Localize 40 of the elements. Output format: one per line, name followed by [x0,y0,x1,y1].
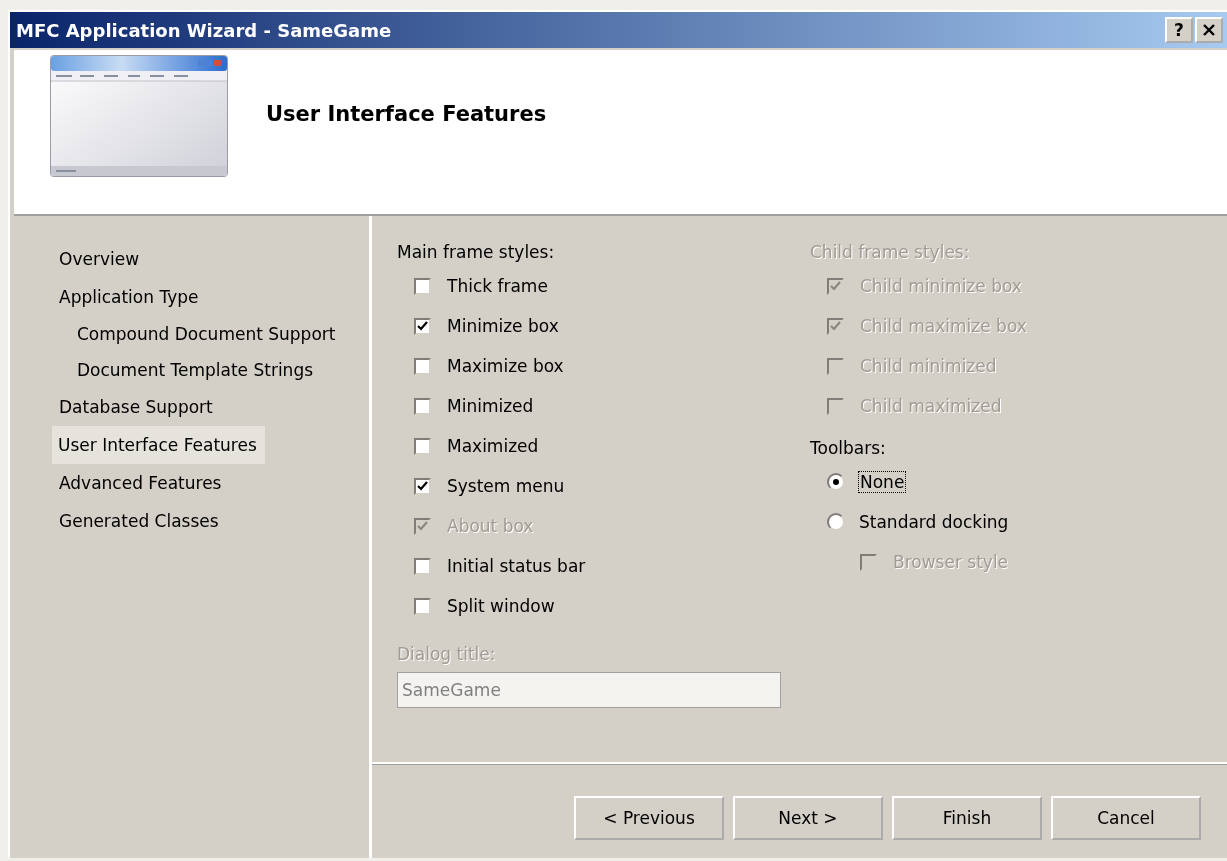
wizard-button[interactable]: Next > [733,796,883,840]
radio-button[interactable] [827,513,845,531]
sidebar-item[interactable]: Compound Document Support [73,316,340,352]
sidebar-item[interactable]: Overview [55,240,144,278]
section-label: Toolbars: [810,438,887,458]
checkbox-label: Initial status bar [447,556,586,576]
checkbox[interactable] [414,437,431,455]
sidebar-item[interactable]: Generated Classes [55,502,223,540]
checkbox[interactable] [414,397,431,415]
wizard-button[interactable]: < Previous [574,796,724,840]
radio-label: Standard docking [859,512,1009,532]
sidebar-item[interactable]: Database Support [55,388,217,426]
wizard-button[interactable]: Cancel [1051,796,1201,840]
sidebar-item[interactable]: Document Template Strings [73,352,318,388]
checkbox-label: Maximized [447,436,539,456]
checkbox[interactable] [414,557,431,575]
checkbox[interactable] [414,357,431,375]
window-title: MFC Application Wizard - SameGame [16,19,393,41]
radio-label: None [859,472,906,492]
radio-button[interactable] [827,473,845,491]
close-icon [1203,24,1215,36]
wizard-button[interactable]: Finish [892,796,1042,840]
sidebar-item[interactable]: Advanced Features [55,464,226,502]
checkbox-label: Minimized [447,396,534,416]
sidebar-item[interactable]: User Interface Features [52,426,265,464]
checkbox-label: Maximize box [447,356,564,376]
checkbox-label: System menu [447,476,565,496]
checkbox[interactable] [414,477,431,495]
checkbox-label: Minimize box [447,316,559,336]
window-icon [50,55,228,177]
page-heading: User Interface Features [266,102,547,126]
close-button[interactable] [1195,17,1223,43]
checkbox[interactable] [414,277,431,295]
checkbox-label: Split window [447,596,555,616]
checkbox-label: Thick frame [447,276,548,296]
checkbox[interactable] [414,597,431,615]
checkbox[interactable] [414,317,431,335]
help-button[interactable]: ? [1165,17,1193,43]
sidebar-item[interactable]: Application Type [55,278,203,316]
section-label: Main frame styles: [397,242,556,262]
